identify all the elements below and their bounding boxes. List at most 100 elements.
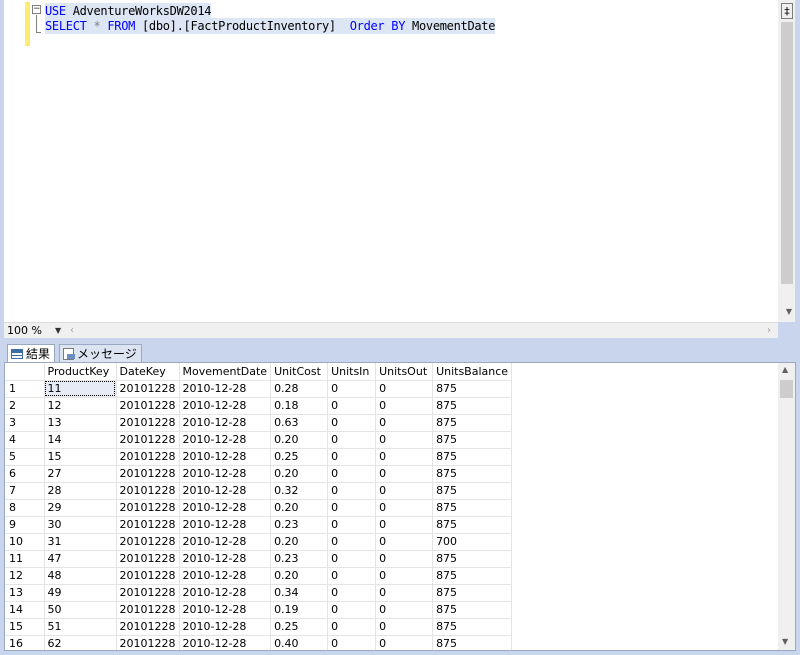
grid-cell[interactable]: 20101228 [116,550,180,568]
results-grid[interactable]: ProductKey DateKey MovementDate UnitCost Uni… [4,362,796,651]
grid-cell[interactable]: 2010-12-28 [179,635,272,650]
grid-cell[interactable]: 875 [432,601,513,619]
grid-cell[interactable]: 0 [327,448,377,466]
zoom-level[interactable]: 100 % [7,324,42,338]
row-number[interactable]: 7 [5,482,45,500]
grid-cell[interactable]: 49 [44,584,117,602]
column-header[interactable]: UnitCost [270,363,329,381]
grid-cell[interactable]: 0 [327,635,377,650]
grid-cell[interactable]: 0 [375,567,434,585]
grid-cell[interactable]: 875 [432,448,513,466]
column-header[interactable]: ProductKey [44,363,117,381]
table-row[interactable]: 2 12 20101228 2010-12-28 0.18 0 0 875 [5,397,513,415]
column-header[interactable]: MovementDate [179,363,272,381]
grid-cell[interactable]: 0 [375,465,434,483]
scroll-right-icon[interactable]: › [767,323,771,338]
table-row[interactable]: 6 27 20101228 2010-12-28 0.20 0 0 875 [5,465,513,483]
split-view-icon[interactable]: ‡ [781,3,793,19]
table-row[interactable]: 9 30 20101228 2010-12-28 0.23 0 0 875 [5,516,513,534]
zoom-dropdown-icon[interactable]: ▼ [55,323,61,339]
grid-cell[interactable]: 20101228 [116,397,180,415]
grid-cell[interactable]: 0.40 [270,635,329,650]
grid-cell[interactable]: 31 [44,533,117,551]
grid-cell[interactable]: 0 [375,516,434,534]
grid-cell[interactable]: 12 [44,397,117,415]
grid-cell[interactable]: 15 [44,448,117,466]
grid-cell[interactable]: 0 [327,482,377,500]
grid-cell[interactable]: 875 [432,567,513,585]
table-row[interactable]: 16 62 20101228 2010-12-28 0.40 0 0 875 [5,635,513,650]
table-row[interactable]: 1 11 20101228 2010-12-28 0.28 0 0 875 [5,380,513,398]
grid-cell[interactable]: 0.28 [270,380,329,398]
grid-cell[interactable]: 875 [432,380,513,398]
table-row[interactable]: 8 29 20101228 2010-12-28 0.20 0 0 875 [5,499,513,517]
grid-cell[interactable]: 2010-12-28 [179,516,272,534]
table-row[interactable]: 11 47 20101228 2010-12-28 0.23 0 0 875 [5,550,513,568]
grid-cell[interactable]: 875 [432,516,513,534]
row-number[interactable]: 9 [5,516,45,534]
grid-cell[interactable]: 47 [44,550,117,568]
grid-cell[interactable]: 2010-12-28 [179,380,272,398]
grid-cell[interactable]: 0 [327,499,377,517]
grid-cell[interactable]: 0 [375,618,434,636]
grid-cell[interactable]: 0 [327,465,377,483]
grid-cell[interactable]: 20101228 [116,465,180,483]
scroll-down-icon[interactable]: ▼ [786,307,792,316]
grid-cell[interactable]: 0.25 [270,448,329,466]
grid-cell[interactable]: 0.18 [270,397,329,415]
grid-cell[interactable]: 0.20 [270,431,329,449]
row-number[interactable]: 14 [5,601,45,619]
row-number[interactable]: 3 [5,414,45,432]
column-header[interactable]: UnitsBalance [432,363,513,381]
grid-cell[interactable]: 20101228 [116,499,180,517]
table-row[interactable]: 12 48 20101228 2010-12-28 0.20 0 0 875 [5,567,513,585]
row-number[interactable]: 5 [5,448,45,466]
grid-cell[interactable]: 20101228 [116,635,180,650]
grid-cell[interactable]: 875 [432,550,513,568]
grid-cell[interactable]: 0 [327,431,377,449]
row-number[interactable]: 12 [5,567,45,585]
grid-cell[interactable]: 27 [44,465,117,483]
row-number[interactable]: 13 [5,584,45,602]
column-header[interactable]: UnitsOut [375,363,434,381]
grid-cell[interactable]: 20101228 [116,482,180,500]
grid-cell[interactable]: 51 [44,618,117,636]
grid-cell[interactable]: 0.20 [270,465,329,483]
grid-cell[interactable]: 0 [375,533,434,551]
grid-cell[interactable]: 0 [375,431,434,449]
grid-cell[interactable]: 875 [432,465,513,483]
grid-cell[interactable]: 875 [432,635,513,650]
grid-cell[interactable]: 0 [327,567,377,585]
grid-cell[interactable]: 0.23 [270,516,329,534]
grid-cell[interactable]: 20101228 [116,431,180,449]
scroll-down-icon[interactable]: ▼ [782,637,788,646]
grid-cell[interactable]: 0 [327,618,377,636]
grid-cell[interactable]: 0.34 [270,584,329,602]
grid-cell[interactable]: 29 [44,499,117,517]
grid-cell[interactable]: 2010-12-28 [179,499,272,517]
row-number-header[interactable] [5,363,45,381]
grid-cell[interactable]: 20101228 [116,601,180,619]
code-line-2[interactable]: SELECT * FROM [dbo].[FactProductInventor… [45,18,495,34]
grid-cell[interactable]: 20101228 [116,516,180,534]
row-number[interactable]: 2 [5,397,45,415]
query-editor[interactable]: − USE AdventureWorksDW2014 SELECT * FROM… [4,0,796,322]
grid-cell[interactable]: 2010-12-28 [179,397,272,415]
scroll-up-icon[interactable]: ▲ [782,365,788,374]
grid-cell[interactable]: 700 [432,533,513,551]
grid-cell[interactable]: 2010-12-28 [179,550,272,568]
grid-cell[interactable]: 0 [375,380,434,398]
table-row[interactable]: 5 15 20101228 2010-12-28 0.25 0 0 875 [5,448,513,466]
grid-cell[interactable]: 2010-12-28 [179,465,272,483]
grid-cell[interactable]: 0.23 [270,550,329,568]
grid-cell[interactable]: 0.20 [270,499,329,517]
grid-cell[interactable]: 2010-12-28 [179,584,272,602]
grid-cell[interactable]: 0 [375,635,434,650]
grid-cell[interactable]: 2010-12-28 [179,448,272,466]
collapse-icon[interactable]: − [32,5,41,14]
grid-cell[interactable]: 2010-12-28 [179,533,272,551]
grid-cell[interactable]: 50 [44,601,117,619]
grid-cell[interactable]: 875 [432,431,513,449]
grid-cell[interactable]: 20101228 [116,448,180,466]
row-number[interactable]: 4 [5,431,45,449]
